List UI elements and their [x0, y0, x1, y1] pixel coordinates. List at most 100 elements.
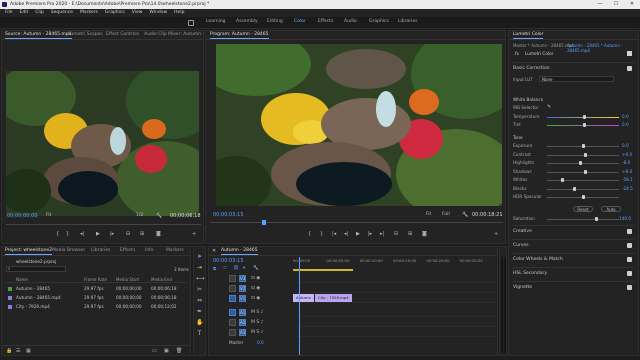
- add-button-icon[interactable]: +: [192, 231, 196, 237]
- source-patch-v3[interactable]: [229, 275, 236, 282]
- trash-icon[interactable]: 🗑: [176, 348, 182, 354]
- fx-badge[interactable]: fx: [515, 51, 519, 56]
- menu-graphics[interactable]: Graphics: [105, 10, 125, 15]
- tab-markers[interactable]: Markers: [166, 248, 184, 253]
- track-lane-v1[interactable]: Autumn - 28465City - 7926.mp4: [293, 294, 497, 303]
- ripple-edit-tool-icon[interactable]: ⟷: [196, 275, 205, 282]
- section-hsl-secondary[interactable]: HSL Secondary: [513, 267, 634, 279]
- tone-blacks-value[interactable]: -24.5: [622, 186, 633, 191]
- track-lane-a3[interactable]: [293, 328, 497, 337]
- track-lane-v3[interactable]: [293, 274, 497, 283]
- menu-view[interactable]: View: [132, 10, 143, 15]
- lumetri-master-label[interactable]: Master * Autumn - 28465.mp4: [513, 43, 574, 48]
- camera-icon[interactable]: ◙: [156, 231, 161, 237]
- track-target-a1[interactable]: A1: [239, 309, 246, 316]
- timeline-clip[interactable]: City - 7926.mp4: [315, 294, 352, 302]
- project-list-item[interactable]: Autumn - 28465.mp4 29.97 fps 00;00;00;00 00…: [6, 294, 186, 301]
- linked-selection-icon[interactable]: ⛓: [233, 266, 239, 271]
- menu-help[interactable]: Help: [174, 10, 184, 15]
- go-to-out-icon[interactable]: ▸|: [380, 231, 384, 237]
- eyedropper-icon[interactable]: ✎: [547, 104, 551, 110]
- header-media-end[interactable]: Media End: [151, 277, 172, 282]
- program-scrub-bar[interactable]: [210, 222, 503, 223]
- track-header-v3[interactable]: V3 ⊡ ◉: [209, 274, 279, 283]
- track-lane-a1[interactable]: [293, 308, 497, 317]
- color-wheels-checkbox[interactable]: [627, 257, 632, 262]
- source-scrub-bar[interactable]: [6, 224, 201, 225]
- export-frame-icon[interactable]: ◙: [422, 231, 427, 237]
- track-target-a3[interactable]: A3: [239, 329, 246, 336]
- menu-markers[interactable]: Markers: [80, 10, 98, 15]
- project-search-input[interactable]: ⌕: [6, 266, 66, 272]
- nest-icon[interactable]: ⧉: [213, 266, 216, 272]
- clip-color-label[interactable]: [8, 286, 12, 291]
- workspace-learning[interactable]: Learning: [206, 19, 226, 24]
- workspace-assembly[interactable]: Assembly: [236, 19, 258, 24]
- menu-window[interactable]: Window: [149, 10, 167, 15]
- master-track-value[interactable]: 0.0: [257, 340, 264, 345]
- section-curves[interactable]: Curves: [513, 239, 634, 251]
- workspace-graphics[interactable]: Graphics: [369, 19, 389, 24]
- temperature-slider[interactable]: [547, 115, 619, 119]
- tone-exposure-slider[interactable]: [547, 144, 619, 148]
- step-forward-icon[interactable]: |▸: [110, 231, 114, 237]
- section-vignette[interactable]: Vignette: [513, 281, 634, 293]
- source-patch-v2[interactable]: [229, 285, 236, 292]
- track-visibility-icon[interactable]: ⊡ ◉: [251, 284, 260, 293]
- hsl-secondary-checkbox[interactable]: [627, 271, 632, 276]
- program-playhead-marker[interactable]: [262, 220, 266, 225]
- tone-hdr-specular-knob[interactable]: [581, 195, 585, 199]
- tone-shadows-slider[interactable]: [547, 169, 619, 174]
- tab-libraries[interactable]: Libraries: [91, 248, 110, 253]
- creative-checkbox[interactable]: [627, 229, 632, 234]
- tone-exposure-knob[interactable]: [581, 144, 585, 148]
- source-timecode[interactable]: 00;00;00;00: [7, 213, 38, 219]
- tab-lumetri-color[interactable]: Lumetri Color: [513, 32, 544, 39]
- source-resolution-dropdown[interactable]: 1/2: [136, 213, 143, 218]
- menu-file[interactable]: File: [5, 10, 13, 15]
- hand-tool-icon[interactable]: ✋: [196, 319, 203, 326]
- tone-shadows-knob[interactable]: [584, 169, 588, 174]
- track-mute-solo-icon[interactable]: M S ♪: [251, 318, 263, 327]
- tone-hdr-specular-slider[interactable]: [547, 195, 619, 199]
- overwrite-icon[interactable]: ⊞: [140, 231, 144, 237]
- tint-slider[interactable]: [547, 123, 619, 127]
- track-mute-solo-icon[interactable]: M S ♪: [251, 308, 263, 317]
- source-fit-dropdown[interactable]: Fit: [46, 213, 51, 218]
- new-item-icon[interactable]: ▣: [164, 348, 169, 354]
- track-header-a2[interactable]: A2 M S ♪: [209, 318, 279, 327]
- project-list-item[interactable]: Autumn - 28465 29.97 fps 00;00;00;00 00;00;…: [6, 285, 186, 292]
- vignette-checkbox[interactable]: [627, 285, 632, 290]
- section-basic-correction[interactable]: Basic Correction: [513, 62, 634, 74]
- source-patch-a2[interactable]: [229, 319, 236, 326]
- workspace-editing[interactable]: Editing: [267, 19, 283, 24]
- type-tool-icon[interactable]: T: [196, 330, 203, 337]
- program-fit-dropdown[interactable]: Fit: [426, 212, 431, 217]
- tab-lumetri-scopes[interactable]: Lumetri Scopes: [68, 32, 103, 37]
- saturation-value[interactable]: 140.0: [619, 216, 631, 221]
- lumetri-effect-checkbox[interactable]: [627, 51, 632, 56]
- tone-blacks-knob[interactable]: [572, 186, 576, 191]
- timeline-close-icon[interactable]: ✕: [212, 248, 216, 254]
- section-color-wheels[interactable]: Color Wheels & Match: [513, 253, 634, 265]
- tone-whites-value[interactable]: -58.1: [622, 177, 633, 182]
- minimize-button[interactable]: —: [592, 0, 608, 9]
- tab-effect-controls[interactable]: Effect Controls: [106, 32, 139, 37]
- clip-color-label[interactable]: [8, 304, 12, 309]
- basic-correction-checkbox[interactable]: [627, 66, 632, 71]
- track-target-a2[interactable]: A2: [239, 319, 246, 326]
- tab-media-browser[interactable]: Media Browser: [52, 248, 85, 253]
- wrench-icon[interactable]: 🔧: [156, 213, 162, 219]
- track-lane-v2[interactable]: [293, 284, 497, 293]
- header-name[interactable]: Name: [16, 277, 28, 282]
- tone-blacks-slider[interactable]: [547, 186, 619, 191]
- program-resolution-dropdown[interactable]: Full: [442, 212, 450, 217]
- workspace-audio[interactable]: Audio: [344, 19, 357, 24]
- razor-tool-icon[interactable]: ✂: [196, 286, 203, 293]
- auto-button[interactable]: Auto: [601, 206, 621, 212]
- timeline-playhead[interactable]: [299, 257, 300, 355]
- reset-button[interactable]: Reset: [573, 206, 593, 212]
- tab-audio-clip-mixer[interactable]: Audio Clip Mixer: Autumn - 2...: [144, 32, 213, 37]
- mark-in-icon[interactable]: {: [56, 231, 59, 237]
- program-mark-in-icon[interactable]: {: [308, 231, 311, 237]
